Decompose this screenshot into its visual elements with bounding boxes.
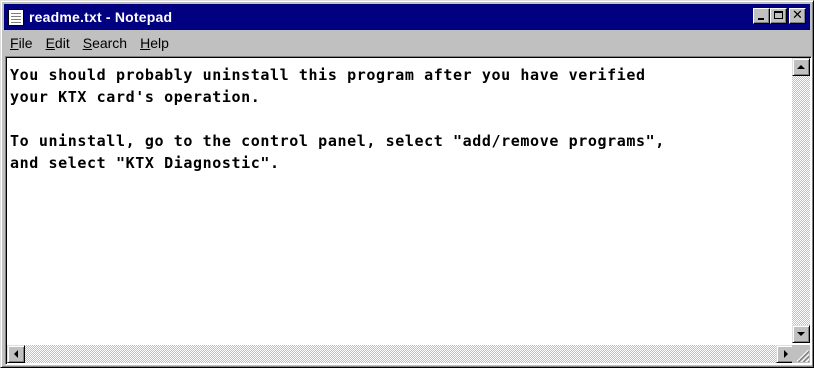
close-icon: ✕ — [792, 8, 803, 23]
notepad-window: readme.txt - Notepad ✕ File Edit Search … — [0, 0, 814, 368]
minimize-icon — [758, 18, 764, 20]
scroll-down-button[interactable] — [792, 325, 810, 343]
arrow-up-icon — [797, 65, 805, 69]
text-editor[interactable]: You should probably uninstall this progr… — [5, 56, 812, 365]
menu-bar: File Edit Search Help — [4, 32, 810, 54]
resize-grip-icon[interactable] — [792, 345, 810, 363]
menu-search[interactable]: Search — [77, 35, 134, 51]
scroll-left-button[interactable] — [7, 345, 25, 363]
scroll-up-button[interactable] — [792, 58, 810, 76]
close-button[interactable]: ✕ — [789, 8, 806, 24]
vertical-scrollbar[interactable] — [792, 58, 810, 343]
maximize-icon — [774, 11, 783, 19]
window-title: readme.txt - Notepad — [29, 9, 173, 25]
document-text[interactable]: You should probably uninstall this progr… — [10, 64, 790, 174]
menu-file[interactable]: File — [4, 35, 40, 51]
menu-help[interactable]: Help — [134, 35, 176, 51]
maximize-button[interactable] — [770, 8, 787, 24]
title-bar[interactable]: readme.txt - Notepad ✕ — [4, 4, 810, 30]
menu-edit[interactable]: Edit — [40, 35, 77, 51]
notepad-icon[interactable] — [8, 8, 24, 26]
arrow-down-icon — [797, 332, 805, 336]
arrow-right-icon — [784, 350, 788, 358]
arrow-left-icon — [14, 350, 18, 358]
caption-buttons: ✕ — [753, 8, 806, 24]
horizontal-scrollbar[interactable] — [7, 345, 794, 363]
minimize-button[interactable] — [753, 8, 770, 24]
